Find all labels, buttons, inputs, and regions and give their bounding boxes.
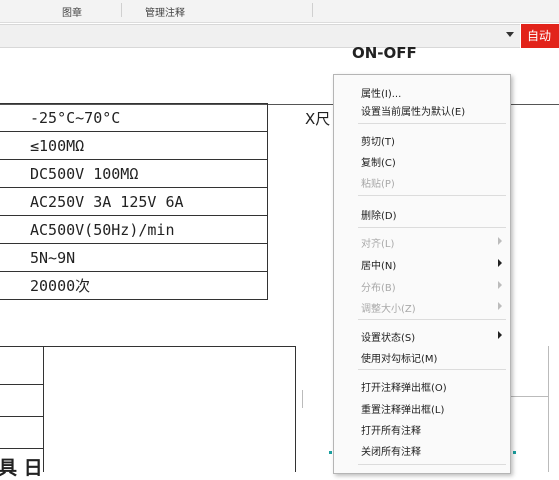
chevron-right-icon <box>498 259 502 267</box>
menu-separator <box>358 195 506 196</box>
table-line <box>0 346 296 347</box>
menu-item-set-status[interactable]: 设置状态(S) <box>361 329 415 344</box>
menu-item-properties[interactable]: 属性(I)... <box>361 85 401 100</box>
table-line <box>0 416 44 417</box>
table-cell: 5N~9N <box>0 243 268 272</box>
chevron-right-icon <box>498 331 502 339</box>
menu-item-resize: 调整大小(Z) <box>361 304 416 315</box>
divider <box>509 396 549 397</box>
table-cell: ≤100MΩ <box>0 131 268 160</box>
table-row: AC500V(50Hz)/min <box>0 215 268 244</box>
table-row: DC500V 100MΩ <box>0 159 268 188</box>
table-cell: DC500V 100MΩ <box>0 159 268 188</box>
marker <box>329 451 332 454</box>
menu-item-open-popup[interactable]: 打开注释弹出框(O) <box>361 379 447 394</box>
ribbon-tab-strip: 图章 管理注释 <box>0 0 559 23</box>
menu-item-delete[interactable]: 删除(D) <box>361 207 397 222</box>
menu-item-close-all[interactable]: 关闭所有注释 <box>361 443 421 458</box>
menu-item-copy[interactable]: 复制(C) <box>361 154 396 169</box>
chevron-right-icon <box>498 237 502 245</box>
divider <box>302 390 303 408</box>
menu-item-cut[interactable]: 剪切(T) <box>361 133 395 148</box>
table-cell: AC500V(50Hz)/min <box>0 215 268 244</box>
chevron-right-icon <box>498 302 502 310</box>
divider <box>548 346 549 472</box>
menu-item-center[interactable]: 居中(N) <box>361 257 396 272</box>
table-row: 5N~9N <box>0 243 268 272</box>
table-row: 20000次 <box>0 271 268 300</box>
menu-separator <box>358 123 506 124</box>
table-row: -25°C~70°C <box>0 103 268 132</box>
menu-separator <box>358 369 506 370</box>
table-cell: 20000次 <box>0 271 268 300</box>
spec-table: -25°C~70°C ≤100MΩ DC500V 100MΩ AC250V 3A… <box>0 103 268 300</box>
menu-item-align: 对齐(L) <box>361 239 395 250</box>
on-off-label: ON-OFF <box>352 44 417 62</box>
toolbar-dropdown-bar[interactable] <box>0 24 520 48</box>
table-cell: AC250V 3A 125V 6A <box>0 187 268 216</box>
tab-manage-comments[interactable]: 管理注释 <box>145 4 185 19</box>
chevron-right-icon <box>498 281 502 289</box>
menu-item-distribute: 分布(B) <box>361 283 396 294</box>
menu-separator <box>358 319 506 320</box>
menu-item-checkmark[interactable]: 使用对勾标记(M) <box>361 350 437 365</box>
menu-item-reset-popup[interactable]: 重置注释弹出框(L) <box>361 401 444 416</box>
menu-item-set-default[interactable]: 设置当前属性为默认(E) <box>361 103 465 118</box>
tab-stamp[interactable]: 图章 <box>62 4 82 19</box>
table-row: ≤100MΩ <box>0 131 268 160</box>
marker <box>513 451 516 454</box>
bottom-label: 具 日 <box>0 457 43 479</box>
menu-item-open-all[interactable]: 打开所有注释 <box>361 422 421 437</box>
x-label: X尺 <box>305 110 331 128</box>
tab-divider <box>121 3 122 17</box>
table-line <box>43 346 44 472</box>
table-line <box>0 448 44 449</box>
context-menu: 属性(I)... 设置当前属性为默认(E) 剪切(T) 复制(C) 粘贴(P) … <box>333 74 511 474</box>
table-line <box>295 346 296 472</box>
menu-separator <box>358 464 506 465</box>
chevron-down-icon[interactable] <box>506 32 514 37</box>
table-cell: -25°C~70°C <box>0 103 268 132</box>
menu-item-paste: 粘贴(P) <box>361 179 395 190</box>
auto-button[interactable]: 自动 <box>521 24 559 48</box>
tab-divider <box>312 3 313 17</box>
menu-separator <box>358 227 506 228</box>
table-row: AC250V 3A 125V 6A <box>0 187 268 216</box>
table-line <box>0 384 44 385</box>
